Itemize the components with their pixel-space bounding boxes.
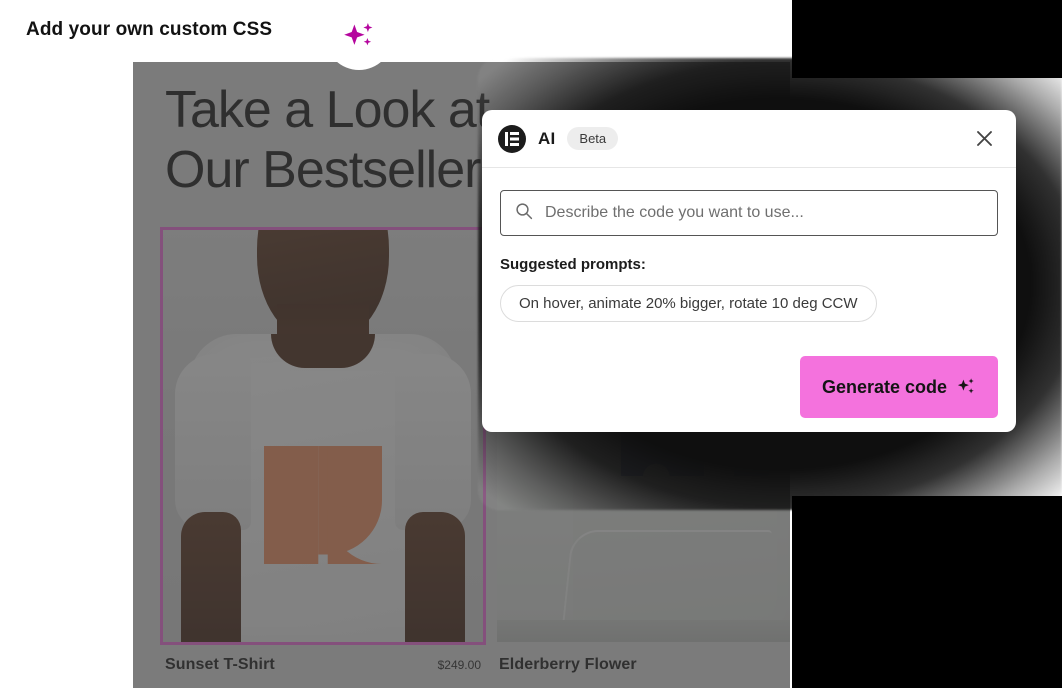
ai-panel[interactable]: AI Beta Suggested prompts:	[482, 110, 1016, 432]
custom-css-tooltip: Add your own custom CSS	[0, 2, 313, 58]
tshirt-sleeve-left	[175, 354, 251, 530]
elementor-logo-icon	[498, 124, 526, 153]
product-name: Sunset T-Shirt	[165, 656, 275, 673]
beta-badge: Beta	[567, 127, 619, 150]
custom-css-tooltip-label: Add your own custom CSS	[26, 19, 273, 40]
product-meta: Sunset T-Shirt $249.00	[163, 642, 483, 674]
screen: Take a Look at Our Bestsellers Sunset T-…	[0, 0, 1062, 688]
prompt-input[interactable]	[545, 204, 983, 222]
product-meta: Elderberry Flower	[497, 642, 790, 674]
hoodie-pocket	[561, 530, 773, 626]
tshirt-sleeve-right	[395, 354, 471, 530]
ai-panel-title: AI	[538, 128, 556, 148]
product-image[interactable]	[160, 227, 486, 645]
product-price: $249.00	[437, 658, 481, 672]
product-name: Elderberry Flower	[499, 656, 637, 673]
model-arm-left	[181, 512, 241, 642]
sparkles-icon	[325, 2, 393, 70]
close-icon[interactable]	[970, 125, 998, 153]
prompt-search-box[interactable]	[500, 190, 998, 236]
search-icon	[515, 202, 533, 225]
model-arm-right	[405, 512, 465, 642]
ai-panel-footer: Generate code	[799, 356, 998, 418]
hoodie-hem	[497, 620, 790, 642]
shadow-block-bottom	[792, 496, 1062, 688]
generate-code-label: Generate code	[821, 376, 947, 397]
tshirt-graphic-icon	[264, 446, 382, 564]
suggested-prompt-chip[interactable]: On hover, animate 20% bigger, rotate 10 …	[500, 285, 877, 322]
suggested-prompts-list: On hover, animate 20% bigger, rotate 10 …	[500, 285, 998, 322]
suggested-prompts-label: Suggested prompts:	[500, 256, 646, 273]
ai-panel-header: AI Beta	[482, 110, 1016, 168]
man-in-white-tshirt-photo	[163, 230, 483, 642]
product-card-selected[interactable]: Sunset T-Shirt $249.00	[160, 227, 486, 688]
sparkles-icon	[956, 377, 976, 397]
ai-panel-body: Suggested prompts: On hover, animate 20%…	[482, 168, 1016, 322]
generate-code-button[interactable]: Generate code	[799, 356, 998, 418]
shadow-block-top	[792, 0, 1062, 78]
